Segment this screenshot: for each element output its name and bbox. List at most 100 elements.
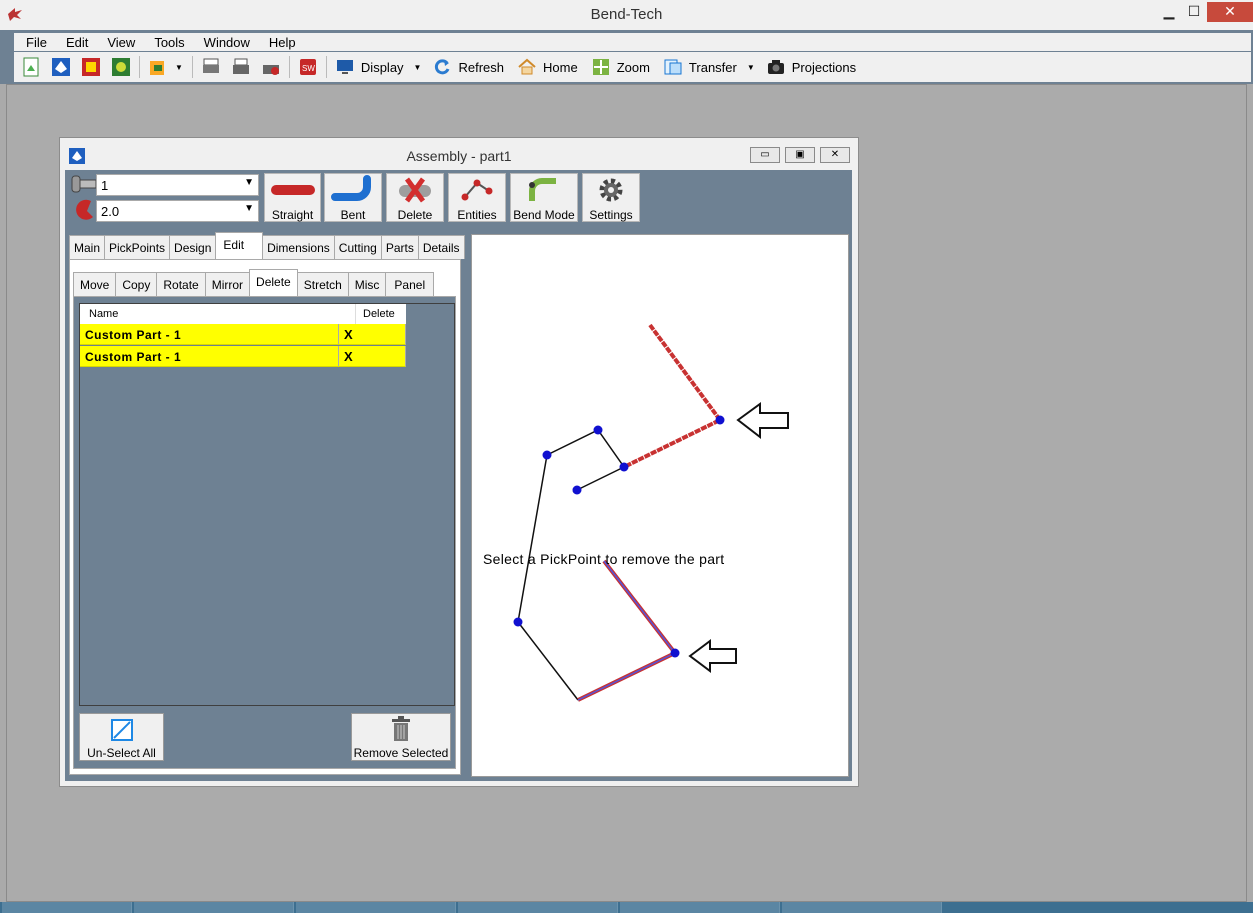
child-close-button[interactable]: ✕ [820,147,850,163]
pickpoint[interactable] [513,617,523,627]
bent-button-label: Bent [340,208,366,222]
subtab-rotate[interactable]: Rotate [156,272,206,296]
tab-edit[interactable]: Edit [215,232,264,259]
column-header-delete[interactable]: Delete [356,304,406,324]
taskbar-item[interactable] [458,902,618,913]
menu-bar: File Edit View Tools Window Help [14,33,1251,51]
main-toolbar: ▼ SW Display ▼ Refresh Home Zoom Transfe… [14,52,1251,82]
camera-icon[interactable] [765,56,787,78]
home-icon[interactable] [516,56,538,78]
open-dropdown-caret[interactable]: ▼ [175,63,183,72]
menu-edit[interactable]: Edit [54,33,95,50]
tab-main[interactable]: Main [69,235,106,259]
bent-button[interactable]: Bent [324,173,382,222]
print-settings-icon[interactable] [260,56,282,78]
subtab-misc[interactable]: Misc [347,272,387,296]
menu-tools[interactable]: Tools [142,33,191,50]
tube-profile-icon [71,175,97,193]
subtab-stretch[interactable]: Stretch [296,272,349,296]
subtab-mirror[interactable]: Mirror [204,272,251,296]
unselect-all-button[interactable]: Un-Select All [79,713,164,761]
bent-tube-icon [331,175,371,201]
subtab-copy[interactable]: Copy [115,272,158,296]
tab-cutting[interactable]: Cutting [333,235,382,259]
minimize-button[interactable]: ▁ [1155,2,1183,22]
assembly-window-title: Assembly - part1 [406,148,512,164]
app-chrome: File Edit View Tools Window Help ▼ SW Display… [0,30,1253,84]
zoom-label[interactable]: Zoom [617,60,650,75]
menu-window[interactable]: Window [192,33,257,50]
delete-button[interactable]: Delete [386,173,444,222]
tube-size-select[interactable]: 1 ▼ [96,174,259,196]
toolbar-separator [288,56,290,78]
settings-button[interactable]: Settings [582,173,640,222]
pickpoint[interactable] [572,485,582,495]
assembly-icon[interactable] [50,56,72,78]
pickpoint[interactable] [593,425,603,435]
part-icon[interactable] [80,56,102,78]
drawing-canvas[interactable]: Select a PickPoint to remove the part [471,234,849,777]
home-label[interactable]: Home [543,60,578,75]
settings-button-label: Settings [589,208,633,222]
edit-subtabs: Move Copy Rotate Mirror Delete Stretch M… [73,269,435,296]
transfer-label[interactable]: Transfer [689,60,737,75]
delete-mark-cell[interactable]: X [339,346,405,366]
straight-tube-icon [270,185,315,195]
subtab-panel[interactable]: Panel [385,272,435,296]
taskbar-item[interactable] [2,902,132,913]
refresh-icon[interactable] [431,56,453,78]
main-tabs: Main PickPoints Design Edit Dimensions C… [69,232,465,259]
menu-file[interactable]: File [14,33,54,50]
child-restore-button[interactable]: ▣ [785,147,815,163]
taskbar-item[interactable] [296,902,456,913]
tab-pickpoints[interactable]: PickPoints [104,235,171,259]
bend-radius-select[interactable]: 2.0 ▼ [96,200,259,222]
table-row[interactable]: Custom Part - 1 X [80,346,406,367]
tab-dimensions[interactable]: Dimensions [262,235,335,259]
taskbar-item[interactable] [782,902,942,913]
tube-icon[interactable] [110,56,132,78]
pickpoint[interactable] [715,415,725,425]
print-icon[interactable] [230,56,252,78]
delete-mark-cell[interactable]: X [339,324,405,344]
subtab-move[interactable]: Move [73,272,117,296]
bend-mode-icon [529,178,556,201]
new-file-icon[interactable] [20,56,42,78]
taskbar-item[interactable] [620,902,780,913]
display-dropdown-caret[interactable]: ▼ [414,63,422,72]
solidworks-export-icon[interactable]: SW [297,56,319,78]
canvas-prompt: Select a PickPoint to remove the part [483,551,725,567]
pickpoint[interactable] [619,462,629,472]
refresh-label[interactable]: Refresh [458,60,504,75]
transfer-icon[interactable] [662,56,684,78]
child-minimize-button[interactable]: ▭ [750,147,780,163]
tab-design[interactable]: Design [169,235,217,259]
bend-mode-button[interactable]: Bend Mode [510,173,578,222]
table-row[interactable]: Custom Part - 1 X [80,324,406,345]
red-part-lower[interactable] [577,559,679,702]
entities-button[interactable]: Entities [448,173,506,222]
subtab-delete[interactable]: Delete [249,269,298,296]
tab-parts[interactable]: Parts [380,235,419,259]
remove-selected-button[interactable]: Remove Selected [351,713,451,761]
close-button[interactable]: ✕ [1207,2,1253,22]
edit-tab-panel: Move Copy Rotate Mirror Delete Stretch M… [69,259,461,775]
red-part-upper[interactable] [623,323,724,469]
tab-details[interactable]: Details [417,235,465,259]
zoom-icon[interactable] [590,56,612,78]
pickpoint[interactable] [542,450,552,460]
straight-button[interactable]: Straight [264,173,321,222]
print-preview-icon[interactable] [200,56,222,78]
menu-help[interactable]: Help [257,33,303,50]
taskbar-item[interactable] [134,902,294,913]
menu-view[interactable]: View [95,33,142,50]
transfer-dropdown-caret[interactable]: ▼ [747,63,755,72]
toolbar-separator [139,56,140,78]
display-label[interactable]: Display [361,60,404,75]
pickpoint[interactable] [670,648,680,658]
maximize-button[interactable]: ☐ [1180,2,1208,22]
display-icon[interactable] [334,56,356,78]
open-file-icon[interactable] [147,56,169,78]
column-header-name[interactable]: Name [80,304,356,324]
projections-label[interactable]: Projections [792,60,856,75]
